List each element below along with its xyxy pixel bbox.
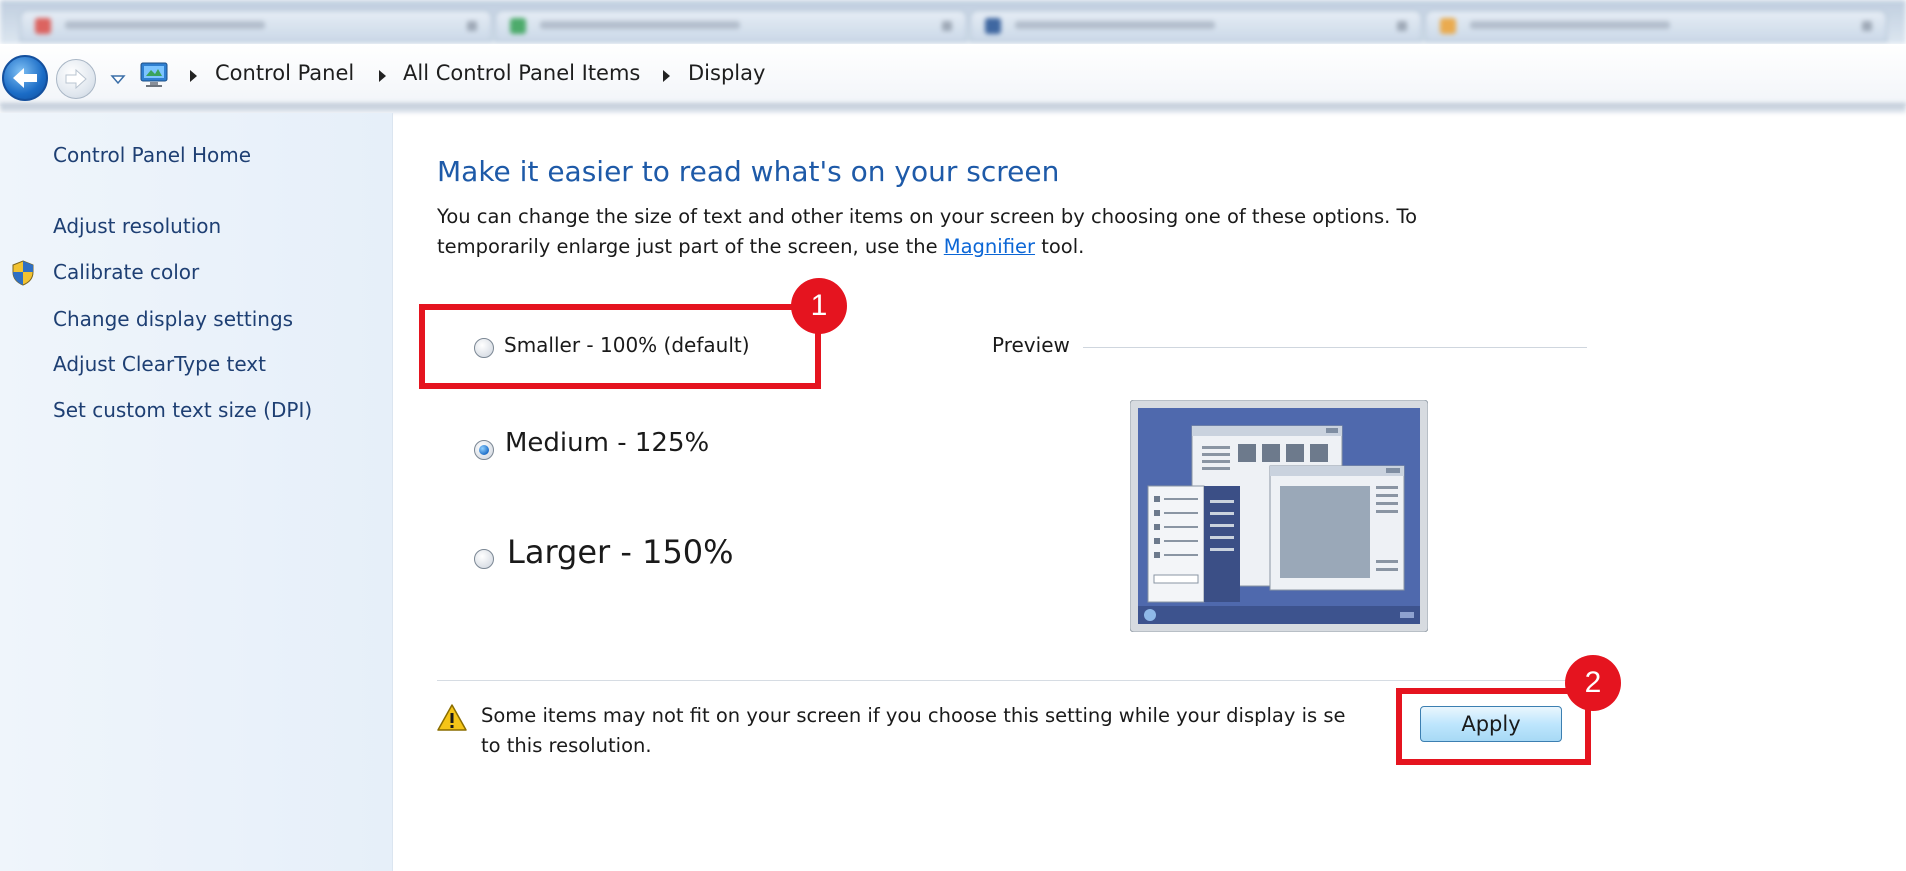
- tab-title-blurred: [540, 21, 740, 29]
- forward-arrow-icon: [65, 68, 87, 90]
- toolbar-blurred-strip: [0, 103, 1906, 113]
- description-text: tool.: [1041, 235, 1085, 258]
- chevron-down-icon: [110, 75, 126, 85]
- breadcrumb-separator-icon[interactable]: [377, 69, 387, 83]
- radio-larger[interactable]: [474, 549, 494, 569]
- radio-medium[interactable]: [474, 440, 494, 460]
- tab-favicon-icon: [985, 18, 1001, 34]
- tab-favicon-icon: [1440, 18, 1456, 34]
- tab-title-blurred: [1470, 21, 1670, 29]
- sidebar-item-control-panel-home[interactable]: Control Panel Home: [53, 143, 251, 167]
- annotation-badge-1: 1: [791, 278, 847, 334]
- annotation-box-2: [1396, 688, 1591, 765]
- browser-tab: [20, 10, 492, 42]
- forward-button[interactable]: [56, 59, 96, 99]
- sidebar-item-calibrate-color[interactable]: Calibrate color: [53, 260, 199, 284]
- warning-text-line-1: Some items may not fit on your screen if…: [481, 704, 1346, 727]
- sidebar-item-adjust-resolution[interactable]: Adjust resolution: [53, 214, 221, 238]
- tab-close-icon: [467, 21, 477, 31]
- description-line-1: You can change the size of text and othe…: [437, 205, 1418, 228]
- tab-close-icon: [1397, 21, 1407, 31]
- sidebar-item-change-display-settings[interactable]: Change display settings: [53, 307, 293, 331]
- browser-tab: [970, 10, 1422, 42]
- back-arrow-icon: [13, 68, 37, 88]
- breadcrumb-all-control-panel-items[interactable]: All Control Panel Items: [403, 61, 640, 85]
- breadcrumb-display[interactable]: Display: [688, 61, 765, 85]
- browser-tab-strip: [0, 0, 1906, 44]
- breadcrumb-separator-icon[interactable]: [188, 69, 198, 83]
- tab-favicon-icon: [35, 18, 51, 34]
- description-line-2: temporarily enlarge just part of the scr…: [437, 235, 1084, 258]
- warning-icon: [436, 703, 468, 737]
- preview-label: Preview: [992, 333, 1070, 357]
- annotation-badge-2: 2: [1565, 655, 1621, 711]
- option-label-larger[interactable]: Larger - 150%: [507, 533, 734, 571]
- uac-shield-icon: [11, 260, 35, 290]
- breadcrumb-separator-icon[interactable]: [661, 69, 671, 83]
- preview-divider: [1083, 347, 1587, 348]
- tab-title-blurred: [1015, 21, 1215, 29]
- warning-text-line-2: to this resolution.: [481, 734, 652, 757]
- tab-close-icon: [942, 21, 952, 31]
- control-panel-icon[interactable]: [140, 61, 170, 93]
- tab-favicon-icon: [510, 18, 526, 34]
- browser-tab: [495, 10, 967, 42]
- sidebar-item-adjust-cleartype-text[interactable]: Adjust ClearType text: [53, 352, 266, 376]
- magnifier-link[interactable]: Magnifier: [944, 235, 1035, 258]
- option-label-medium[interactable]: Medium - 125%: [505, 428, 709, 458]
- annotation-box-1: [419, 304, 821, 389]
- preview-thumbnail: [1129, 399, 1429, 636]
- breadcrumb-control-panel[interactable]: Control Panel: [215, 61, 354, 85]
- tab-close-icon: [1862, 21, 1872, 31]
- description-text: temporarily enlarge just part of the scr…: [437, 235, 938, 258]
- tab-title-blurred: [65, 21, 265, 29]
- section-divider: [437, 680, 1587, 681]
- page-title: Make it easier to read what's on your sc…: [437, 155, 1060, 188]
- recent-pages-dropdown[interactable]: [110, 70, 126, 89]
- sidebar-item-set-custom-text-size[interactable]: Set custom text size (DPI): [53, 398, 312, 422]
- browser-tab: [1425, 10, 1887, 42]
- back-button[interactable]: [2, 55, 48, 101]
